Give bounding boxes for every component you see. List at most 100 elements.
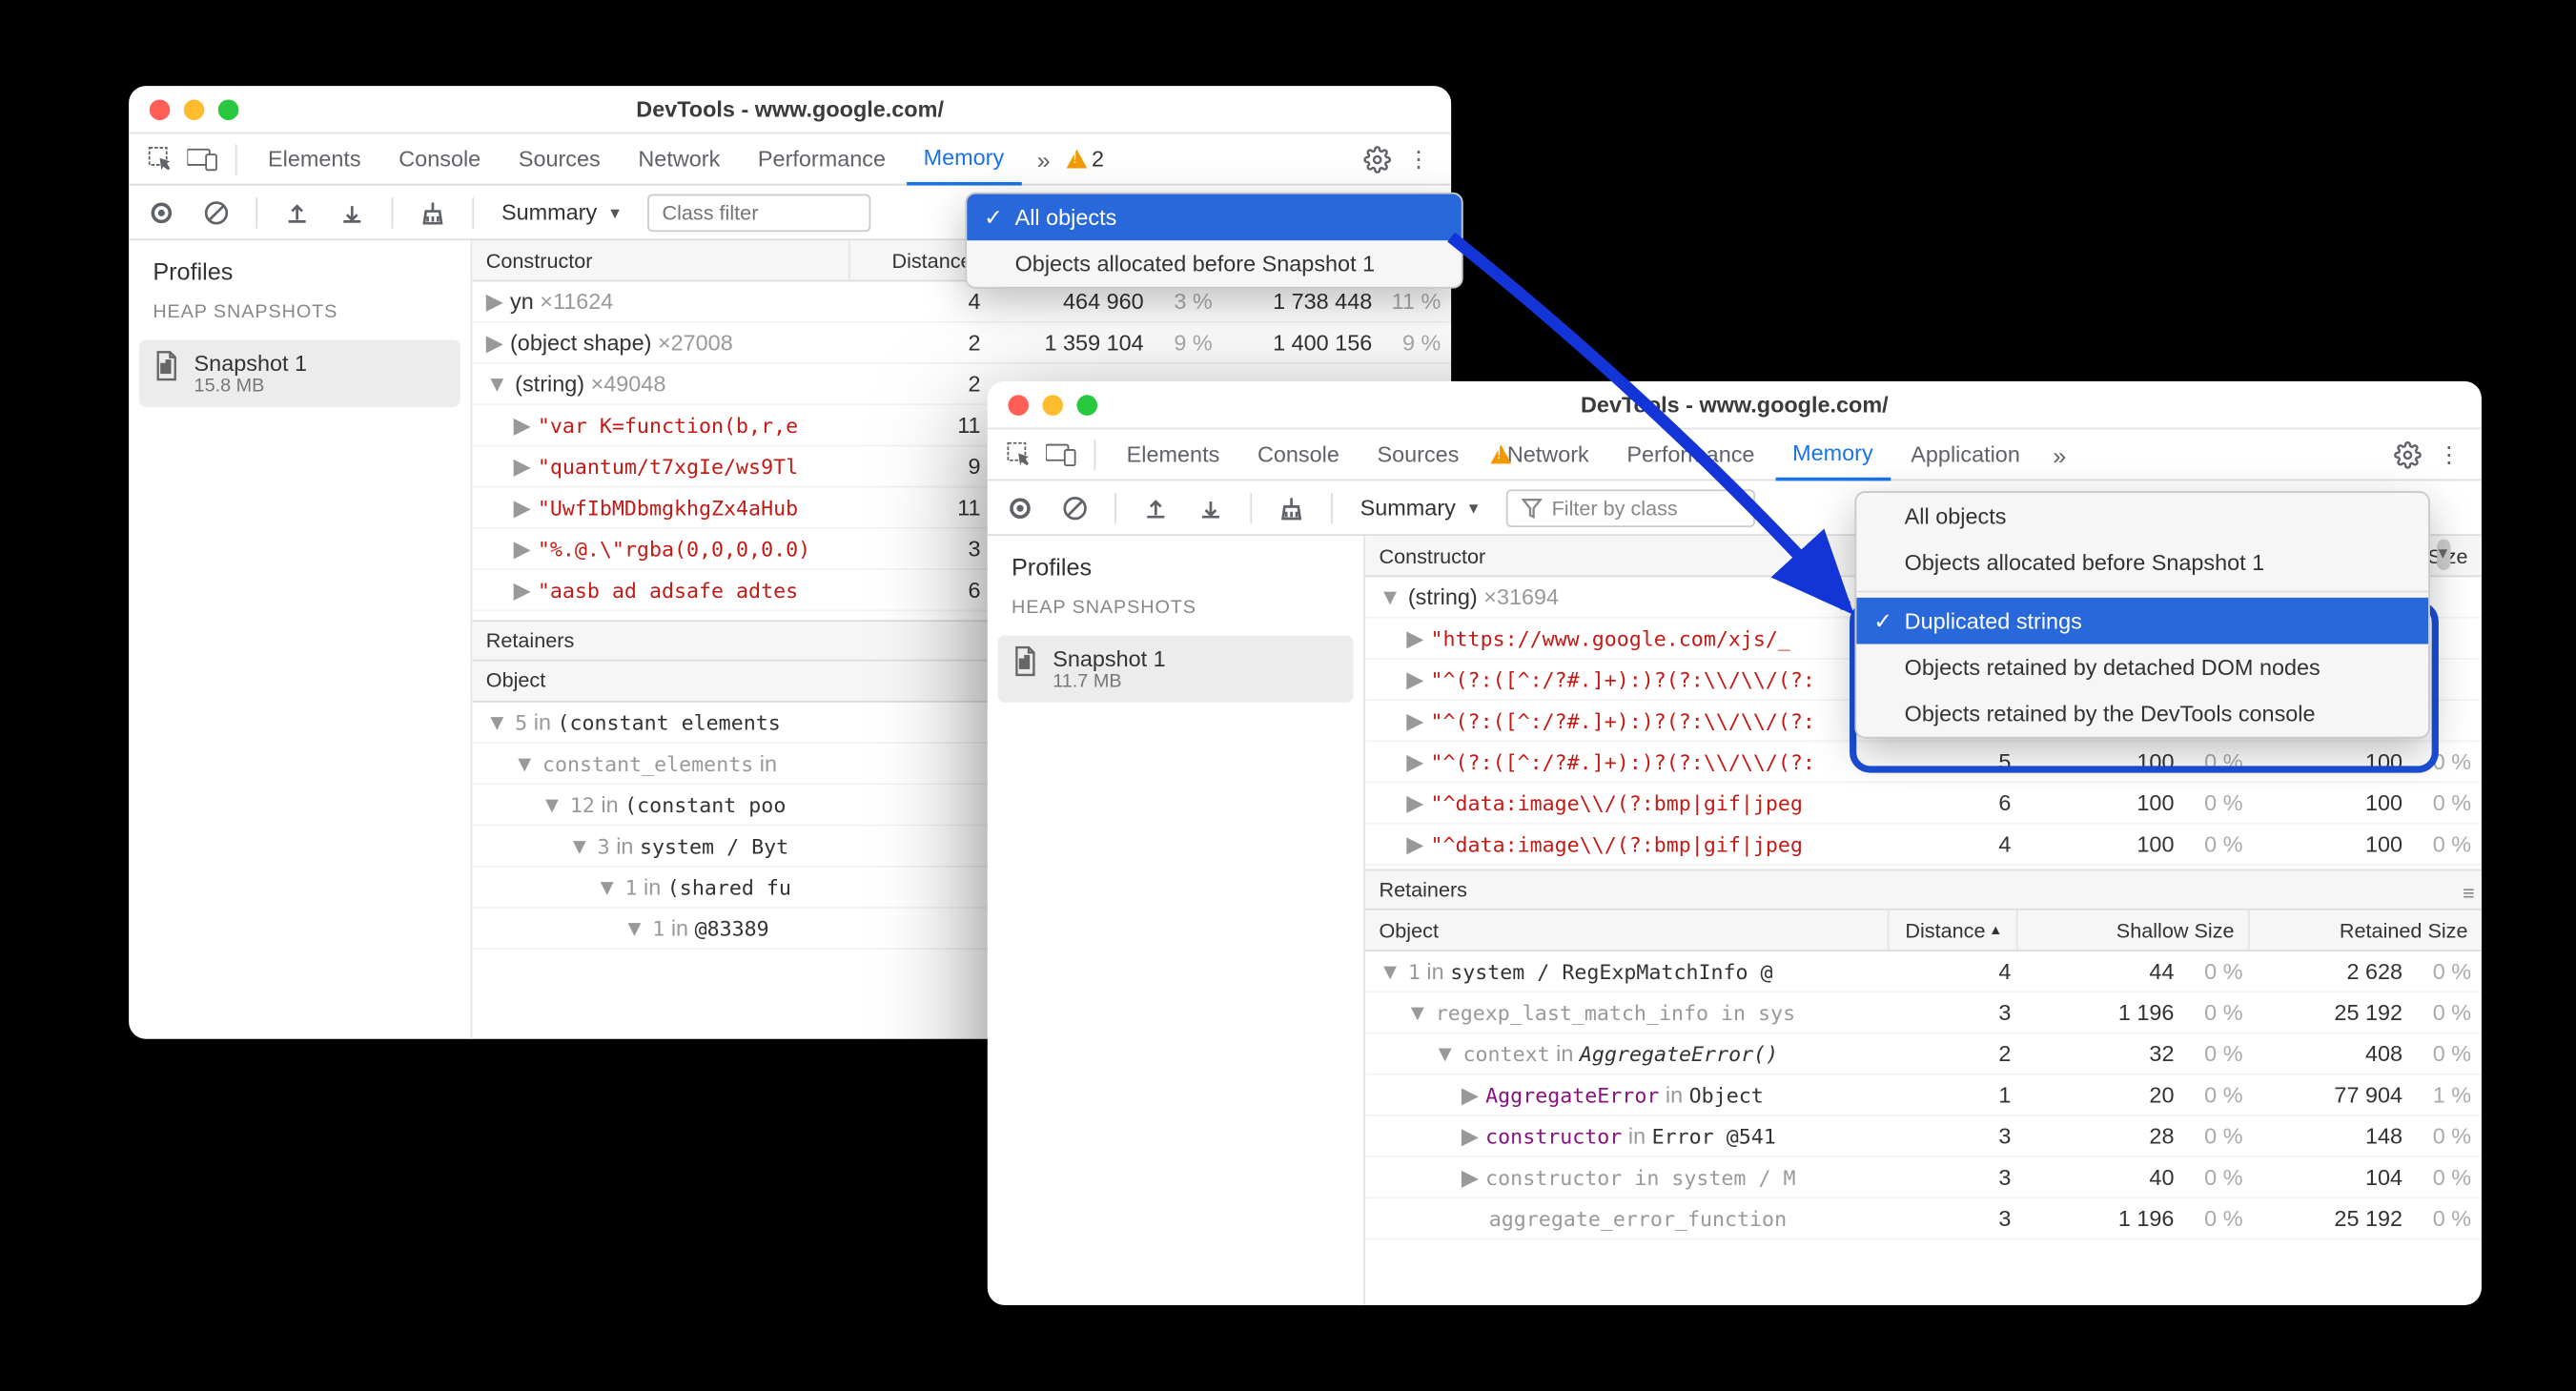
table-row[interactable]: ▶constructor in system / M3400 %1040 % — [1365, 1157, 2482, 1198]
tab-elements[interactable]: Elements — [1110, 428, 1237, 480]
kebab-menu-icon[interactable]: ⋮ — [2430, 436, 2468, 474]
snapshot-name: Snapshot 1 — [1053, 645, 1165, 671]
snapshot-file-icon — [153, 350, 180, 386]
table-row[interactable]: aggregate_error_function31 1960 %25 1920… — [1365, 1198, 2482, 1239]
tab-console[interactable]: Console — [381, 133, 498, 185]
tab-network[interactable]: Network — [621, 133, 737, 185]
tab-elements[interactable]: Elements — [251, 133, 378, 185]
zoom-window-icon[interactable] — [218, 99, 239, 120]
col-retained[interactable]: Retained Size — [2250, 910, 2482, 950]
col-distance[interactable]: Distance▲ — [1889, 910, 2017, 950]
funnel-icon — [1521, 497, 1542, 518]
table-row[interactable]: ▶"^data:image\\/(?:bmp|gif|jpeg41000 %10… — [1365, 825, 2482, 866]
profiles-heading: Profiles — [129, 257, 470, 298]
table-row[interactable]: ▼1 in system / RegExpMatchInfo @4440 %2 … — [1365, 951, 2482, 992]
filter-dropdown[interactable]: All objects Objects allocated before Sna… — [1854, 491, 2429, 738]
view-select-label: Summary — [1360, 495, 1456, 521]
dropdown-item-console-retained[interactable]: Objects retained by the DevTools console — [1856, 690, 2428, 737]
col-constructor[interactable]: Constructor — [1365, 536, 1889, 575]
profiles-sidebar: Profiles HEAP SNAPSHOTS Snapshot 1 11.7 … — [988, 536, 1365, 1305]
table-row[interactable]: ▶(object shape) ×2700821 359 1049 %1 400… — [472, 323, 1451, 364]
snapshot-size: 11.7 MB — [1053, 671, 1165, 692]
filter-placeholder-text: Filter by class — [1552, 496, 1678, 520]
col-shallow[interactable]: Shallow Size — [2018, 910, 2250, 950]
table-row[interactable]: ▶constructor in Error @5413280 %1480 % — [1365, 1116, 2482, 1157]
warnings-badge[interactable]: 2 — [1066, 146, 1104, 172]
filter-dropdown[interactable]: All objects Objects allocated before Sna… — [965, 193, 1462, 289]
titlebar: DevTools - www.google.com/ — [129, 86, 1451, 133]
download-icon[interactable] — [333, 194, 371, 232]
tab-console[interactable]: Console — [1240, 428, 1357, 480]
inspect-icon[interactable] — [143, 140, 181, 178]
record-icon[interactable] — [1001, 488, 1039, 526]
minimize-window-icon[interactable] — [184, 99, 205, 120]
tab-memory[interactable]: Memory — [1775, 428, 1891, 480]
tab-performance[interactable]: Performance — [1609, 428, 1771, 480]
close-window-icon[interactable] — [1008, 394, 1029, 415]
panel-tabs: Elements Console Sources Network Perform… — [988, 429, 2482, 481]
col-constructor[interactable]: Constructor — [472, 240, 849, 279]
more-tabs-icon[interactable]: » — [2040, 436, 2078, 474]
kebab-menu-icon[interactable]: ⋮ — [1400, 140, 1438, 178]
gc-broom-icon[interactable] — [414, 194, 452, 232]
view-select[interactable]: Summary ▼ — [495, 195, 629, 228]
minimize-window-icon[interactable] — [1042, 394, 1063, 415]
window-title: DevTools - www.google.com/ — [129, 96, 1451, 122]
dropdown-item-all-objects[interactable]: All objects — [967, 194, 1462, 241]
dropdown-item-all-objects[interactable]: All objects — [1856, 493, 2428, 540]
upload-icon[interactable] — [278, 194, 317, 232]
chevron-down-icon[interactable]: ▼ — [2435, 544, 2450, 562]
inspect-icon[interactable] — [1001, 436, 1039, 474]
window-title: DevTools - www.google.com/ — [988, 392, 2482, 418]
snapshot-item[interactable]: Snapshot 1 11.7 MB — [998, 635, 1354, 702]
chevron-down-icon: ▼ — [607, 203, 623, 220]
clear-icon[interactable] — [1056, 488, 1094, 526]
class-filter-input[interactable] — [646, 194, 869, 232]
table-row[interactable]: ▶"^data:image\\/(?:bmp|gif|jpeg61000 %10… — [1365, 783, 2482, 824]
dropdown-item-detached-dom[interactable]: Objects retained by detached DOM nodes — [1856, 644, 2428, 691]
view-select-label: Summary — [501, 199, 597, 225]
snapshot-file-icon — [1012, 645, 1039, 682]
more-tabs-icon[interactable]: » — [1025, 140, 1063, 178]
titlebar: DevTools - www.google.com/ — [988, 381, 2482, 429]
settings-gear-icon[interactable] — [2389, 436, 2427, 474]
tab-sources[interactable]: Sources — [1360, 428, 1476, 480]
class-filter-input[interactable]: Filter by class — [1505, 488, 1754, 526]
snapshot-item[interactable]: Snapshot 1 15.8 MB — [139, 340, 460, 407]
warning-triangle-icon — [1066, 150, 1087, 169]
snapshot-name: Snapshot 1 — [194, 350, 307, 376]
dropdown-item-duplicated-strings[interactable]: Duplicated strings — [1856, 598, 2428, 644]
device-toggle-icon[interactable] — [184, 140, 222, 178]
retainers-header: Object Distance▲ Shallow Size Retained S… — [1365, 910, 2482, 951]
panel-tabs: Elements Console Sources Network Perform… — [129, 134, 1451, 186]
upload-icon[interactable] — [1136, 488, 1175, 526]
table-row[interactable]: ▼context in AggregateError()2320 %4080 % — [1365, 1033, 2482, 1074]
dropdown-item-before-snapshot[interactable]: Objects allocated before Snapshot 1 — [1856, 540, 2428, 586]
clear-icon[interactable] — [197, 194, 235, 232]
view-select[interactable]: Summary ▼ — [1353, 491, 1487, 523]
tab-memory[interactable]: Memory — [907, 133, 1022, 185]
retainers-heading: Retainers ≡ — [1365, 869, 2482, 910]
heap-snapshots-label: HEAP SNAPSHOTS — [988, 594, 1363, 635]
zoom-window-icon[interactable] — [1076, 394, 1097, 415]
record-icon[interactable] — [143, 194, 181, 232]
table-row[interactable]: ▶AggregateError in Object1200 %77 9041 % — [1365, 1075, 2482, 1116]
tab-application[interactable]: Application — [1893, 428, 2037, 480]
tab-performance[interactable]: Performance — [741, 133, 903, 185]
device-toggle-icon[interactable] — [1042, 436, 1080, 474]
table-row[interactable]: ▶"^(?:([^:/?#.]+):)?(?:\\/\\/(?:51000 %1… — [1365, 742, 2482, 783]
settings-gear-icon[interactable] — [1359, 140, 1397, 178]
chevron-down-icon: ▼ — [1466, 499, 1482, 516]
devtools-window-right: DevTools - www.google.com/ Elements Cons… — [988, 381, 2482, 1305]
close-window-icon[interactable] — [150, 99, 171, 120]
table-row[interactable]: ▼regexp_last_match_info in sys31 1960 %2… — [1365, 992, 2482, 1033]
tab-network[interactable]: Network — [1480, 428, 1606, 480]
tab-sources[interactable]: Sources — [501, 133, 618, 185]
download-icon[interactable] — [1192, 488, 1230, 526]
panel-menu-icon[interactable]: ≡ — [2463, 881, 2475, 905]
profiles-sidebar: Profiles HEAP SNAPSHOTS Snapshot 1 15.8 … — [129, 240, 472, 1039]
gc-broom-icon[interactable] — [1273, 488, 1311, 526]
snapshot-size: 15.8 MB — [194, 376, 307, 397]
col-object[interactable]: Object — [1365, 910, 1889, 950]
dropdown-item-before-snapshot[interactable]: Objects allocated before Snapshot 1 — [967, 240, 1462, 287]
